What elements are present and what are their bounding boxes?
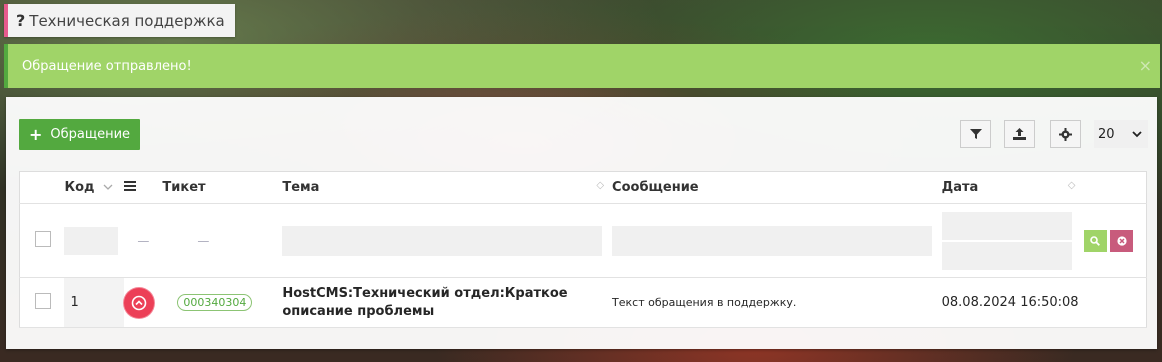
chevron-down-icon: [1132, 130, 1142, 137]
select-all-checkbox[interactable]: [35, 231, 51, 247]
tickets-panel: + Обращение 20 Код Тикет Тема ◇ Сообщени…: [6, 97, 1157, 349]
filter-dash: —: [197, 233, 210, 248]
settings-button[interactable]: [1050, 120, 1081, 148]
page-size-value: 20: [1098, 126, 1115, 142]
header-code-label: Код: [64, 180, 95, 195]
header-select: [19, 171, 65, 204]
page-title-bar: ? Техническая поддержка: [4, 4, 235, 37]
table-row[interactable]: 1 000340304 HostCMS:Технический отдел:Кр…: [19, 277, 1147, 328]
row-checkbox[interactable]: [35, 293, 51, 309]
filter-topic-input[interactable]: [282, 225, 603, 256]
table-header-row: Код Тикет Тема ◇ Сообщение Дата ◇: [19, 171, 1147, 204]
sort-icon: ◇: [1067, 180, 1076, 191]
header-date-label: Дата: [941, 180, 979, 195]
row-date: 08.08.2024 16:50:08: [941, 277, 1084, 328]
filter-button[interactable]: [960, 120, 991, 148]
filter-search-button[interactable]: [1083, 229, 1107, 252]
menu-icon: [124, 181, 137, 191]
ticket-status-badge[interactable]: [124, 287, 155, 318]
close-icon[interactable]: ×: [1139, 56, 1152, 75]
filter-clear-button[interactable]: [1110, 229, 1134, 252]
header-message: Сообщение: [612, 171, 942, 204]
chevron-up-circle-icon: [132, 295, 147, 310]
row-message: Текст обращения в поддержку.: [612, 277, 942, 328]
gear-icon: [1059, 127, 1072, 141]
upload-icon: [1013, 128, 1026, 140]
header-code[interactable]: Код: [64, 171, 125, 204]
filter-dash: —: [137, 233, 150, 248]
tickets-table: Код Тикет Тема ◇ Сообщение Дата ◇ — — 1 …: [19, 171, 1147, 328]
add-ticket-button[interactable]: + Обращение: [19, 119, 140, 150]
header-topic-label: Тема: [282, 180, 320, 195]
add-ticket-label: Обращение: [50, 127, 131, 142]
plus-icon: +: [28, 125, 43, 144]
filter-date-to-input[interactable]: [941, 241, 1072, 270]
filter-date-from-input[interactable]: [941, 211, 1072, 240]
row-actions: [1083, 277, 1147, 328]
alert-message: Обращение отправлено!: [22, 58, 192, 74]
ticket-number-link[interactable]: 000340304: [177, 294, 253, 311]
success-alert: Обращение отправлено! ×: [4, 44, 1160, 88]
row-code: 1: [64, 277, 125, 328]
export-button[interactable]: [1004, 120, 1035, 148]
close-circle-icon: [1117, 235, 1127, 246]
page-size-select[interactable]: 20: [1094, 120, 1148, 148]
header-actions: [1083, 171, 1147, 204]
page-title: Техническая поддержка: [29, 11, 225, 30]
filter-code-input[interactable]: [64, 226, 119, 255]
header-date[interactable]: Дата ◇: [941, 171, 1084, 204]
sort-chevron-icon: [103, 184, 113, 190]
header-topic[interactable]: Тема ◇: [282, 171, 613, 204]
header-menu[interactable]: [124, 171, 163, 204]
filter-message-input[interactable]: [612, 225, 932, 256]
header-ticket: Тикет: [162, 171, 283, 204]
row-topic[interactable]: HostCMS:Технический отдел:Краткое описан…: [282, 277, 613, 328]
help-icon: ?: [16, 11, 26, 30]
sort-icon: ◇: [596, 180, 605, 191]
filter-icon: [969, 129, 982, 139]
filter-row: — —: [19, 203, 1147, 278]
search-icon: [1090, 235, 1100, 246]
